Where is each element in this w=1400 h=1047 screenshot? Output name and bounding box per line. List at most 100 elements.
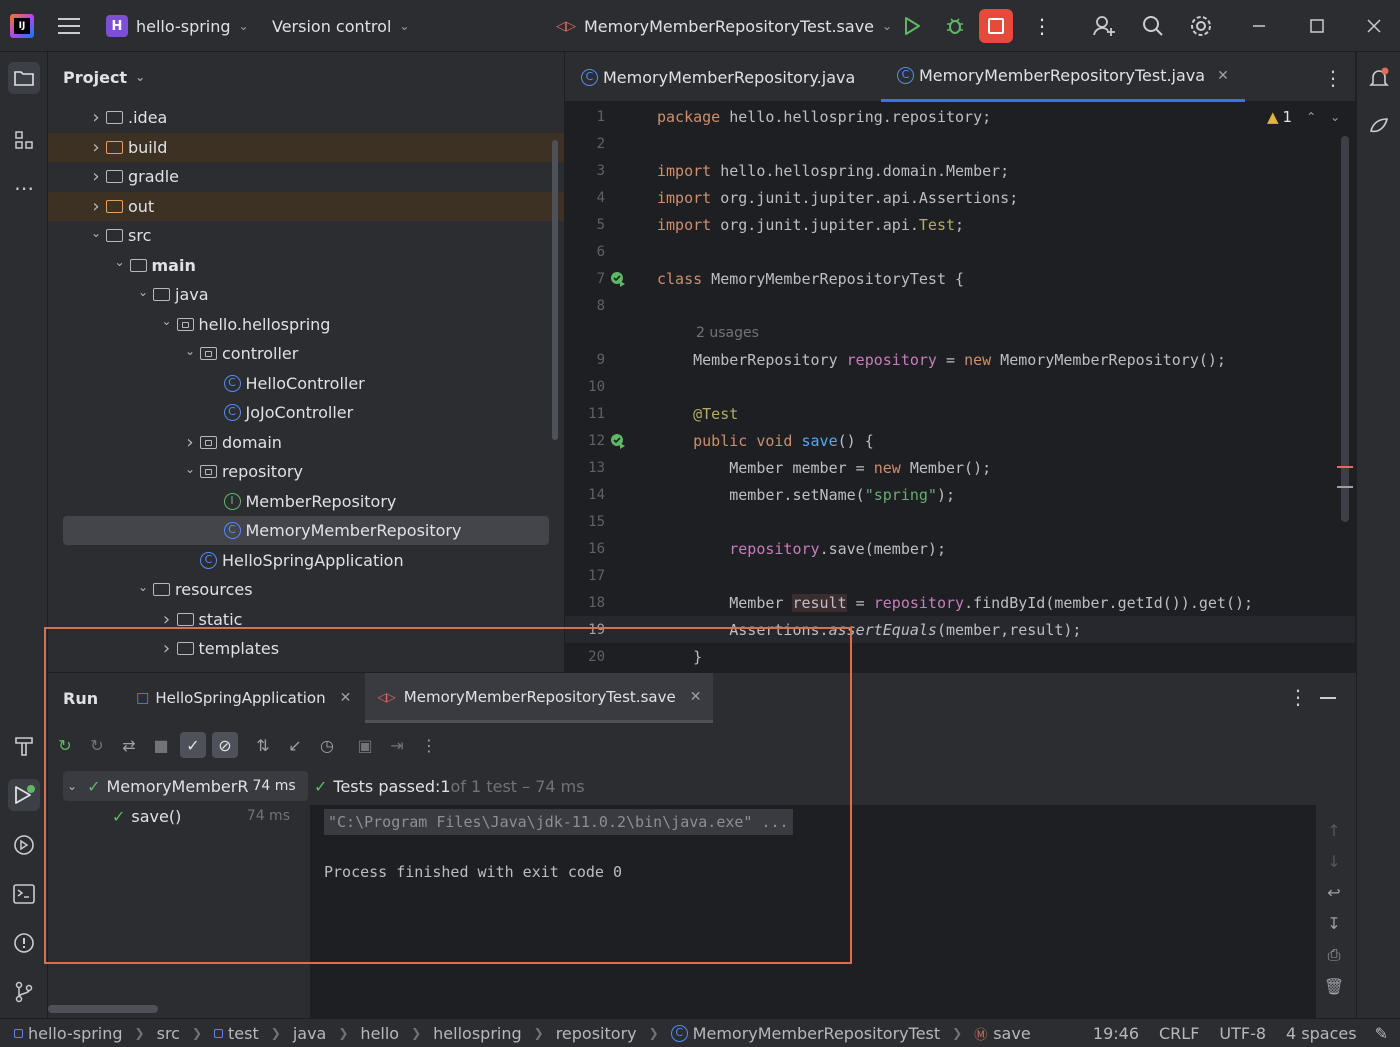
breadcrumb-item[interactable]: repository (556, 1024, 637, 1043)
main-menu-icon[interactable] (58, 0, 80, 52)
tree-scrollbar[interactable] (48, 1005, 158, 1013)
run-options-icon[interactable]: ⋮ (1288, 685, 1308, 709)
git-tool-icon[interactable] (8, 976, 40, 1008)
chevron-down-icon[interactable]: ⌄ (180, 462, 200, 476)
close-tab-icon[interactable]: ✕ (690, 689, 702, 705)
rerun-failed-icon[interactable]: ↻ (84, 732, 110, 758)
tree-item[interactable]: › templates (48, 634, 564, 663)
chevron-down-icon[interactable]: ⌄ (110, 255, 130, 269)
export-icon[interactable]: ⇥ (384, 732, 410, 758)
tree-item[interactable]: › .idea (48, 103, 564, 132)
show-passed-icon[interactable]: ✓ (180, 732, 206, 758)
chevron-right-icon[interactable]: › (86, 196, 106, 217)
add-user-icon[interactable] (1092, 0, 1116, 52)
breadcrumb-item[interactable]: java (293, 1024, 327, 1043)
tree-item[interactable]: ⌄ resources (48, 575, 564, 604)
tree-item[interactable]: I MemberRepository (48, 487, 564, 516)
chevron-right-icon[interactable]: › (157, 638, 177, 659)
tree-item[interactable]: ⌄ repository (48, 457, 564, 486)
scroll-to-end-icon[interactable]: ↧ (1327, 914, 1340, 933)
tabs-more-icon[interactable]: ⋮ (1323, 66, 1343, 90)
tree-item[interactable]: ⌄ src (48, 221, 564, 250)
more-tools-icon[interactable]: ⋯ (8, 172, 40, 204)
chevron-right-icon[interactable]: › (86, 137, 106, 158)
breadcrumb-item[interactable]: test (228, 1024, 259, 1043)
chevron-right-icon[interactable]: › (86, 107, 106, 128)
breadcrumb-item[interactable]: hellospring (433, 1024, 521, 1043)
tab-memory-member-repository-test[interactable]: C MemoryMemberRepositoryTest.java ✕ (881, 52, 1245, 102)
stop-button[interactable] (979, 0, 1013, 52)
sort-icon[interactable]: ⇅ (250, 732, 276, 758)
hide-panel-icon[interactable] (1320, 697, 1336, 699)
close-tab-icon[interactable]: ✕ (340, 690, 352, 706)
down-arrow-icon[interactable]: ↓ (1327, 852, 1340, 871)
test-root-row[interactable]: ⌄ ✓ MemoryMemberR 74 ms (63, 771, 308, 801)
notifications-icon[interactable] (1363, 62, 1395, 94)
trash-icon[interactable]: 🗑 (1324, 977, 1344, 996)
tab-memory-member-repository-test-save[interactable]: ◁▷ MemoryMemberRepositoryTest.save ✕ (365, 673, 714, 723)
read-only-toggle-icon[interactable]: ✎ (1375, 1024, 1388, 1043)
run-test-gutter-icon[interactable] (609, 432, 627, 454)
minimize-icon[interactable] (1252, 0, 1266, 52)
tree-item[interactable]: › build (48, 132, 564, 162)
run-config-selector[interactable]: ◁▷ MemoryMemberRepositoryTest.save ⌄ (556, 0, 892, 52)
run-test-gutter-icon[interactable] (609, 270, 627, 292)
chevron-down-icon[interactable]: ⌄ (133, 580, 153, 594)
print-icon[interactable]: ⎙ (1328, 945, 1341, 965)
project-switcher[interactable]: H hello-spring ⌄ (106, 0, 249, 52)
breadcrumb-item[interactable]: src (157, 1024, 180, 1043)
project-panel-header[interactable]: Project ⌄ (63, 52, 145, 102)
ai-assistant-icon[interactable] (1363, 110, 1395, 142)
maximize-icon[interactable] (1310, 0, 1324, 52)
search-icon[interactable] (1142, 0, 1164, 52)
console-output[interactable]: "C:\Program Files\Java\jdk-11.0.2\bin\ja… (310, 805, 1316, 1019)
test-child-row[interactable]: ✓ save() 74 ms (112, 801, 308, 831)
indent-setting[interactable]: 4 spaces (1286, 1024, 1357, 1043)
tree-item[interactable]: ⌄ main (48, 251, 564, 280)
breadcrumb-item[interactable]: hello-spring (28, 1024, 123, 1043)
tree-item[interactable]: › domain (48, 428, 564, 457)
tree-item[interactable]: › static (48, 605, 564, 634)
collapse-icon[interactable]: ↙ (282, 732, 308, 758)
more-icon[interactable]: ⋮ (1032, 0, 1052, 52)
camera-icon[interactable]: ▣ (352, 732, 378, 758)
error-marker[interactable] (1337, 466, 1353, 468)
tree-item[interactable]: ⌄ controller (48, 339, 564, 368)
debug-icon[interactable] (945, 0, 965, 52)
structure-tool-icon[interactable] (8, 124, 40, 156)
build-tool-icon[interactable] (8, 730, 40, 762)
close-icon[interactable] (1367, 0, 1381, 52)
problems-tool-icon[interactable] (8, 927, 40, 959)
vcs-menu[interactable]: Version control ⌄ (272, 0, 409, 52)
run-tool-icon[interactable] (8, 779, 40, 811)
run-icon[interactable] (903, 0, 921, 52)
tree-item[interactable]: C JoJoController (48, 398, 564, 427)
chevron-right-icon[interactable]: › (157, 609, 177, 630)
settings-icon[interactable] (1190, 0, 1212, 52)
project-scrollbar[interactable] (552, 140, 558, 440)
chevron-down-icon[interactable]: ⌄ (157, 314, 177, 328)
tree-item[interactable]: ⌄ java (48, 280, 564, 309)
line-separator[interactable]: CRLF (1159, 1024, 1199, 1043)
breadcrumb-item[interactable]: save (993, 1024, 1030, 1043)
history-icon[interactable]: ◷ (314, 732, 340, 758)
tree-item[interactable]: C HelloController (48, 369, 564, 398)
show-ignored-icon[interactable]: ⊘ (212, 732, 238, 758)
tree-item[interactable]: ⌄ hello.hellospring (48, 310, 564, 339)
tree-item[interactable]: C MemoryMemberRepository (63, 516, 549, 545)
chevron-down-icon[interactable]: ⌄ (180, 344, 200, 358)
up-arrow-icon[interactable]: ↑ (1327, 821, 1340, 840)
tab-memory-member-repository[interactable]: C MemoryMemberRepository.java (581, 52, 855, 102)
file-encoding[interactable]: UTF-8 (1219, 1024, 1266, 1043)
caret-position[interactable]: 19:46 (1093, 1024, 1139, 1043)
tree-item[interactable]: C HelloSpringApplication (48, 546, 564, 575)
more-icon[interactable]: ⋮ (416, 732, 442, 758)
stop-icon[interactable]: ■ (148, 732, 174, 758)
chevron-right-icon[interactable]: › (86, 166, 106, 187)
app-logo-icon[interactable]: IJ (10, 0, 34, 52)
editor-scrollbar[interactable] (1341, 136, 1349, 522)
tree-item[interactable]: › gradle (48, 162, 564, 191)
chevron-down-icon[interactable]: ⌄ (133, 285, 153, 299)
chevron-right-icon[interactable]: › (180, 432, 200, 453)
console-command-line[interactable]: "C:\Program Files\Java\jdk-11.0.2\bin\ja… (324, 809, 793, 835)
